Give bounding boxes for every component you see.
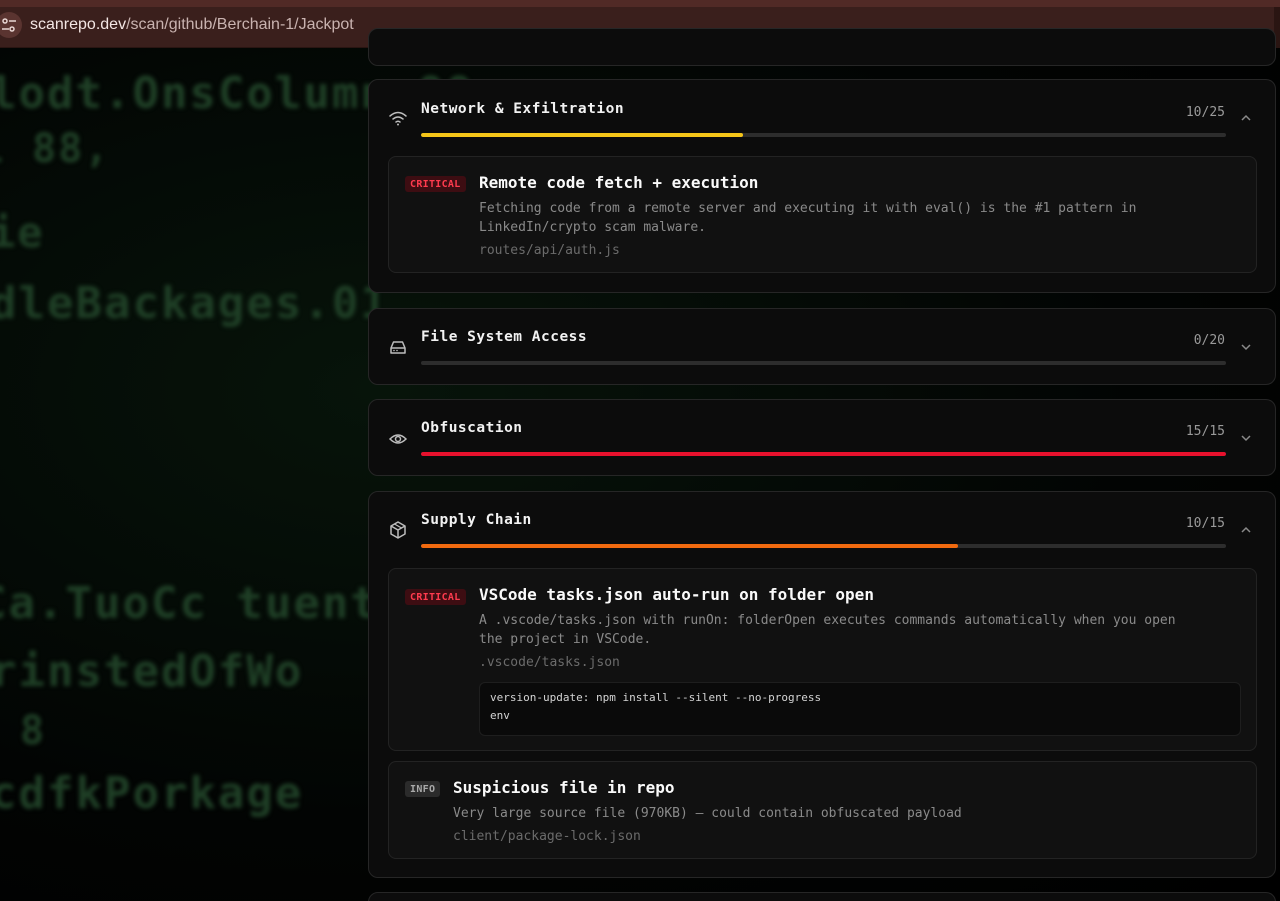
finding-card: INFO Suspicious file in repo Very large … xyxy=(388,761,1257,859)
bg-code-line: Ca.TuoCc tuent xyxy=(0,578,379,629)
category-score: 10/15 xyxy=(1185,516,1225,531)
bg-code-line: rinstedOfWo xyxy=(0,646,304,697)
previous-category-card xyxy=(368,28,1276,66)
url-text[interactable]: scanrepo.dev/scan/github/Berchain-1/Jack… xyxy=(30,16,354,34)
category-network: Network & Exfiltration 10/25 CRITICAL Re… xyxy=(368,79,1276,293)
finding-title: Suspicious file in repo xyxy=(453,778,675,797)
score-bar-fill xyxy=(421,452,1226,456)
finding-card: CRITICAL VSCode tasks.json auto-run on f… xyxy=(388,568,1257,751)
severity-badge: CRITICAL xyxy=(405,176,466,192)
score-bar-fill xyxy=(421,133,743,137)
chevron-up-icon[interactable] xyxy=(1239,111,1253,125)
severity-badge: INFO xyxy=(405,781,441,797)
category-obfuscation: Obfuscation 15/15 xyxy=(368,399,1276,476)
score-bar xyxy=(421,544,1226,548)
bg-code-line: l 88, xyxy=(0,126,111,172)
category-title[interactable]: File System Access xyxy=(421,329,587,345)
category-supply-chain: Supply Chain 10/15 CRITICAL VSCode tasks… xyxy=(368,491,1276,878)
url-host: scanrepo.dev xyxy=(30,15,127,33)
bg-code-line: cdfkPorkage xyxy=(0,768,304,819)
chevron-down-icon[interactable] xyxy=(1239,340,1253,354)
finding-description: Very large source file (970KB) — could c… xyxy=(453,806,962,821)
chevron-down-icon[interactable] xyxy=(1239,431,1253,445)
url-path: /scan/github/Berchain-1/Jackpot xyxy=(126,15,354,33)
score-bar xyxy=(421,452,1226,456)
code-snippet: version-update: npm install --silent --n… xyxy=(479,682,1241,736)
score-bar xyxy=(421,133,1226,137)
score-bar xyxy=(421,361,1226,365)
chevron-up-icon[interactable] xyxy=(1239,523,1253,537)
finding-description: Fetching code from a remote server and e… xyxy=(479,199,1136,237)
bg-code-line: 8 xyxy=(20,708,47,754)
finding-description: A .vscode/tasks.json with runOn: folderO… xyxy=(479,611,1176,649)
category-score: 10/25 xyxy=(1185,105,1225,120)
category-title[interactable]: Supply Chain xyxy=(421,512,532,528)
bg-code-line: dleBackages.01 xyxy=(0,278,389,329)
bg-code-line: ie xyxy=(0,208,45,257)
finding-title: Remote code fetch + execution xyxy=(479,173,759,192)
score-bar-fill xyxy=(421,544,958,548)
category-title[interactable]: Network & Exfiltration xyxy=(421,101,624,117)
finding-description-line: the project in VSCode. xyxy=(479,632,652,647)
package-icon xyxy=(390,521,406,539)
category-title[interactable]: Obfuscation xyxy=(421,420,523,436)
severity-badge: CRITICAL xyxy=(405,589,466,605)
eye-icon xyxy=(388,434,408,444)
next-category-card xyxy=(368,892,1276,901)
category-score: 15/15 xyxy=(1185,424,1225,439)
drive-icon xyxy=(390,341,406,354)
tune-icon[interactable] xyxy=(0,11,22,38)
finding-path: routes/api/auth.js xyxy=(479,243,620,258)
finding-description-line: A .vscode/tasks.json with runOn: folderO… xyxy=(479,613,1176,628)
finding-path: client/package-lock.json xyxy=(453,829,641,844)
finding-path: .vscode/tasks.json xyxy=(479,655,620,670)
wifi-icon xyxy=(389,111,407,126)
finding-title: VSCode tasks.json auto-run on folder ope… xyxy=(479,585,874,604)
finding-description-line: Fetching code from a remote server and e… xyxy=(479,201,1137,216)
category-score: 0/20 xyxy=(1193,333,1225,348)
finding-description-line: LinkedIn/crypto scam malware. xyxy=(479,220,706,235)
category-file-system: File System Access 0/20 xyxy=(368,308,1276,385)
finding-card: CRITICAL Remote code fetch + execution F… xyxy=(388,156,1257,273)
